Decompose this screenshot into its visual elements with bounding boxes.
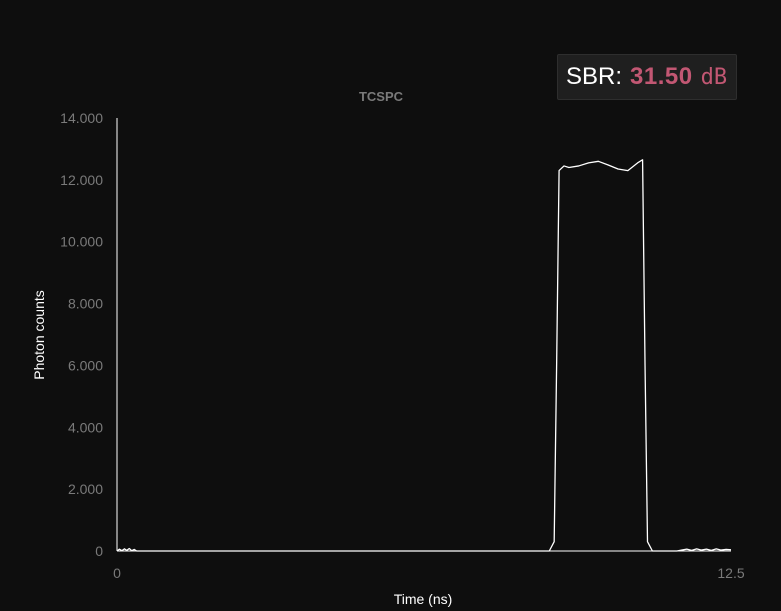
y-tick-label: 0: [95, 543, 103, 559]
y-tick-label: 6.000: [68, 357, 103, 373]
x-tick-labels: 0 12.5: [113, 565, 745, 581]
y-tick-label: 12.000: [60, 172, 103, 188]
x-tick-label: 0: [113, 565, 121, 581]
sbr-unit: dB: [700, 64, 728, 90]
y-tick-labels: 0 2.000 4.000 6.000 8.000 10.000 12.000 14.000: [60, 110, 103, 559]
y-tick-label: 10.000: [60, 234, 103, 250]
x-axis-label: Time (ns): [394, 591, 453, 607]
series-line: [116, 159, 732, 552]
chart-panel: TCSPC 0 2.000 4.000 6.000 8.000 10.000 12.000 1…: [0, 0, 781, 611]
y-tick-label: 8.000: [68, 296, 103, 312]
chart-title: TCSPC: [359, 89, 404, 104]
sbr-label: SBR:: [566, 63, 623, 90]
y-tick-label: 4.000: [68, 419, 103, 435]
x-tick-label: 12.5: [717, 565, 744, 581]
sbr-value: 31.50: [630, 63, 693, 90]
y-tick-label: 2.000: [68, 481, 103, 497]
sbr-readout: SBR: 31.50 dB: [557, 54, 737, 100]
y-tick-label: 14.000: [60, 110, 103, 126]
y-axis-label: Photon counts: [31, 290, 47, 380]
